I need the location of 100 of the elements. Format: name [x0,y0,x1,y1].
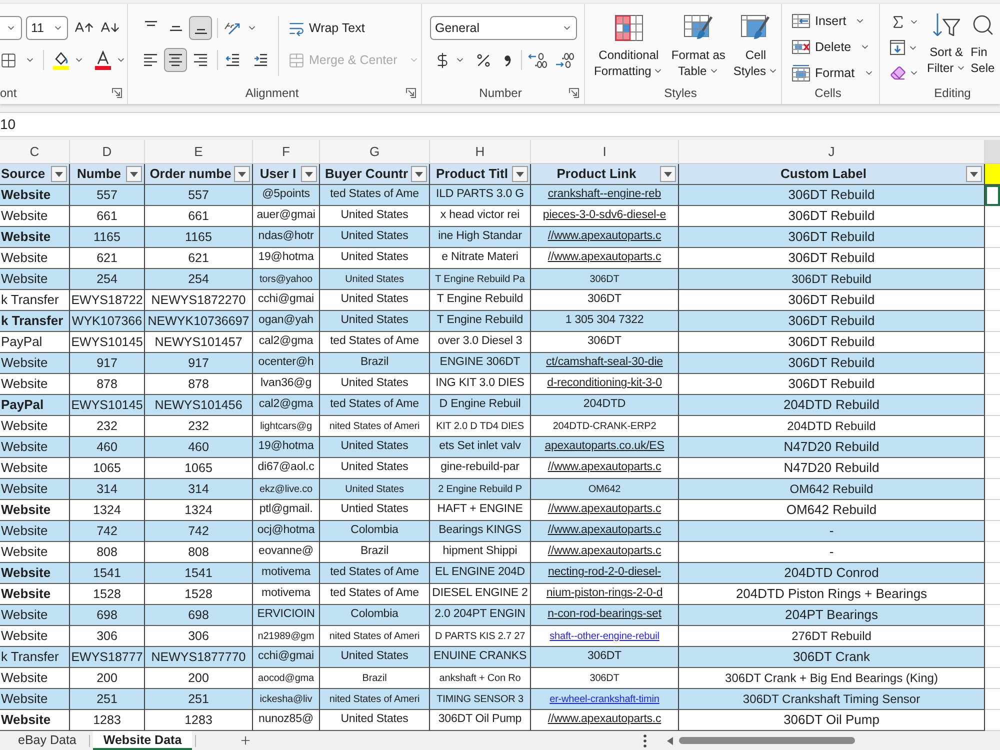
table-cell: N47D20 Rebuild [679,458,985,479]
link-cell[interactable]: n-con-rod-bearings-set [531,605,679,626]
insert-button[interactable]: Insert [792,12,879,30]
table-cell: 306DT Rebuild [679,227,985,248]
table-cell: Website [0,458,70,479]
comma-style-icon[interactable] [504,54,511,66]
link-cell[interactable]: er-wheel-crankshaft-timin [531,689,679,710]
wrap-text-button[interactable]: Wrap Text [288,16,420,40]
link-cell[interactable]: //www.apexautoparts.c [531,500,679,521]
table-cell: N47D20 Rebuild [679,437,985,458]
format-button[interactable]: Format [792,64,879,82]
table-cell: k Transfer [0,647,70,668]
column-title: Buyer Countr [324,165,410,184]
font-name-dropdown[interactable] [0,16,22,40]
sort-filter-button[interactable]: Sort & Filter [927,13,966,82]
find-select-button[interactable]: Fin Sele [970,13,995,82]
delete-button[interactable]: Delete [792,38,879,56]
table-cell: over 3.0 Diesel 3 [430,332,531,353]
column-header[interactable]: H [430,140,531,163]
link-cell[interactable]: //www.apexautoparts.c [531,542,679,563]
sheet-tab[interactable]: eBay Data [8,731,86,750]
decrease-indent-icon[interactable] [226,54,240,66]
dialog-launcher-icon[interactable] [569,88,579,98]
dialog-launcher-icon[interactable] [112,88,122,98]
column-header[interactable]: G [320,140,430,163]
table-cell: 2 Engine Rebuild P [430,479,531,500]
link-cell[interactable]: pieces-3-0-sdv6-diesel-e [531,206,679,227]
link-cell[interactable]: d-reconditioning-kit-3-0 [531,374,679,395]
filter-button[interactable] [660,166,676,182]
filter-button[interactable] [966,166,982,182]
decrease-decimal-icon[interactable] [555,52,574,68]
table-cell: Bearings KINGS [430,521,531,542]
add-sheet-icon[interactable] [238,734,252,747]
more-options-icon[interactable] [643,734,647,748]
font-size-dropdown[interactable]: 11 [26,16,68,40]
table-header-cell [985,164,1000,185]
link-cell[interactable]: necting-rod-2-0-diesel- [531,563,679,584]
sheet-tab[interactable]: Website Data [93,731,192,750]
column-header[interactable]: C [0,140,70,163]
column-header[interactable]: D [70,140,145,163]
table-cell: 621 [145,248,253,269]
table-cell: 306DT Crankshaft Timing Sensor [679,689,985,710]
table-cell: ankshaft + Con Ro [430,668,531,689]
borders-icon[interactable] [0,52,17,68]
align-bottom-button[interactable] [189,16,212,40]
table-cell: 306DT [531,332,679,353]
increase-indent-icon[interactable] [254,54,268,66]
scroll-left-icon[interactable] [667,736,673,744]
formula-bar[interactable]: 10 [0,112,1000,137]
link-cell[interactable]: apexautoparts.co.uk/ES [531,437,679,458]
table-cell: n21989@gm [253,626,320,647]
scrollbar-thumb[interactable] [679,737,855,744]
format-as-table-button[interactable]: Format as Table [671,15,726,82]
link-cell[interactable]: ct/camshaft-seal-30-die [531,353,679,374]
dialog-launcher-icon[interactable] [406,88,416,98]
filter-button[interactable] [51,166,67,182]
table-cell: Website [0,248,70,269]
sort-filter-icon [932,13,960,36]
table-cell: ocj@hotma [253,521,320,542]
number-format-dropdown[interactable]: General [430,16,577,40]
table-cell: T Engine Rebuild [430,311,531,332]
table-cell: 1541 [145,563,253,584]
column-header[interactable]: F [253,140,320,163]
table-cell: 251 [145,689,253,710]
table-cell: DIESEL ENGINE 2 [430,584,531,605]
table-cell: cchi@gmai [253,290,320,311]
column-header[interactable]: E [145,140,253,163]
table-cell: Website [0,710,70,731]
link-cell[interactable]: //www.apexautoparts.c [531,458,679,479]
link-cell[interactable]: //www.apexautoparts.c [531,710,679,731]
diagonal-arrow-icon[interactable] [223,20,241,36]
table-cell: ted States of Ame [320,185,430,206]
fill-down-icon[interactable] [890,40,905,55]
table-cell: ogan@yah [253,311,320,332]
link-cell[interactable]: //www.apexautoparts.c [531,227,679,248]
table-cell: NEWYS1872270 [145,290,253,311]
link-cell[interactable]: //www.apexautoparts.c [531,248,679,269]
filter-button[interactable] [126,166,142,182]
filter-button[interactable] [234,166,250,182]
link-cell[interactable]: crankshaft--engine-reb [531,185,679,206]
link-cell[interactable]: shaft--other-engine-rebuil [531,626,679,647]
table-cell[interactable] [985,185,1000,206]
percent-icon[interactable] [475,52,492,68]
fill-color-icon[interactable] [52,50,70,70]
filter-button[interactable] [411,166,427,182]
table-cell: EWYS18722 [70,290,145,311]
cell-styles-button[interactable]: Cell Styles [733,15,778,82]
link-cell[interactable]: nium-piston-rings-2-0-d [531,584,679,605]
font-color-icon[interactable] [94,50,112,70]
link-cell[interactable]: //www.apexautoparts.c [531,521,679,542]
table-cell: @5points [253,185,320,206]
table-cell: United States [320,269,430,290]
filter-button[interactable] [301,166,317,182]
eraser-icon[interactable] [890,65,906,82]
conditional-formatting-button[interactable]: Conditional Formatting [594,15,664,82]
increase-decimal-icon[interactable] [528,52,547,68]
align-center-button[interactable] [164,48,187,72]
table-cell: 306DT Rebuild [679,206,985,227]
column-header[interactable]: I [531,140,679,163]
filter-button[interactable] [512,166,528,182]
